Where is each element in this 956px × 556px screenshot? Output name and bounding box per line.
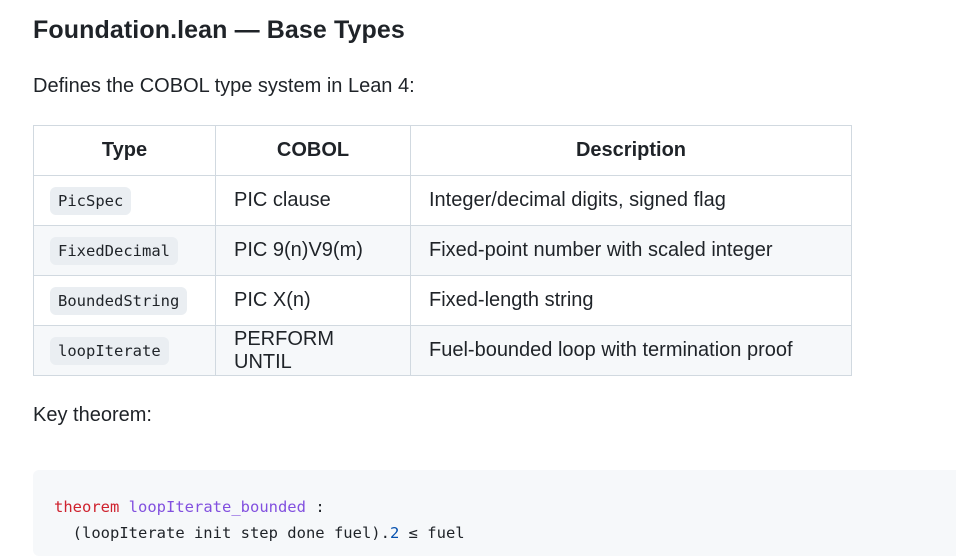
cobol-cell: PIC X(n) [215,275,411,326]
code-block[interactable]: theorem loopIterate_bounded : (loopItera… [33,469,956,556]
type-cell: PicSpec [33,175,216,226]
cobol-cell: PERFORM UNTIL [215,325,411,376]
key-theorem-label: Key theorem: [33,404,152,426]
type-code: BoundedString [50,287,188,315]
type-code: PicSpec [50,187,132,215]
description-cell: Integer/decimal digits, signed flag [410,175,852,226]
type-cell: FixedDecimal [33,225,216,276]
type-cell: loopIterate [33,325,216,376]
code-bound: ≤ fuel [399,523,465,542]
column-header-description: Description [410,125,852,176]
column-header-cobol: COBOL [215,125,411,176]
code-colon: : [305,497,325,516]
code-line-1: theorem loopIterate_bounded : [54,494,956,520]
table-row: FixedDecimal PIC 9(n)V9(m) Fixed-point n… [33,225,852,276]
description-cell: Fuel-bounded loop with termination proof [410,325,852,376]
table-header-row: Type COBOL Description [33,125,852,176]
cobol-cell: PIC 9(n)V9(m) [215,225,411,276]
cobol-cell: PIC clause [215,175,411,226]
code-number: 2 [389,523,400,542]
code-expression: (loopIterate init step done fuel). [54,523,390,542]
table-row: PicSpec PIC clause Integer/decimal digit… [33,175,852,226]
code-theorem-name: loopIterate_bounded [128,497,306,516]
code-line-2: (loopIterate init step done fuel).2 ≤ fu… [54,520,956,546]
code-keyword: theorem [54,497,120,516]
column-header-type: Type [33,125,216,176]
description-cell: Fixed-length string [410,275,852,326]
types-table: Type COBOL Description PicSpec PIC claus… [33,125,852,376]
description-cell: Fixed-point number with scaled integer [410,225,852,276]
type-cell: BoundedString [33,275,216,326]
type-code: loopIterate [50,337,169,365]
section-heading: Foundation.lean — Base Types [33,16,405,44]
type-code: FixedDecimal [50,237,178,265]
intro-text: Defines the COBOL type system in Lean 4: [33,75,415,97]
table-row: BoundedString PIC X(n) Fixed-length stri… [33,275,852,326]
table-row: loopIterate PERFORM UNTIL Fuel-bounded l… [33,325,852,376]
